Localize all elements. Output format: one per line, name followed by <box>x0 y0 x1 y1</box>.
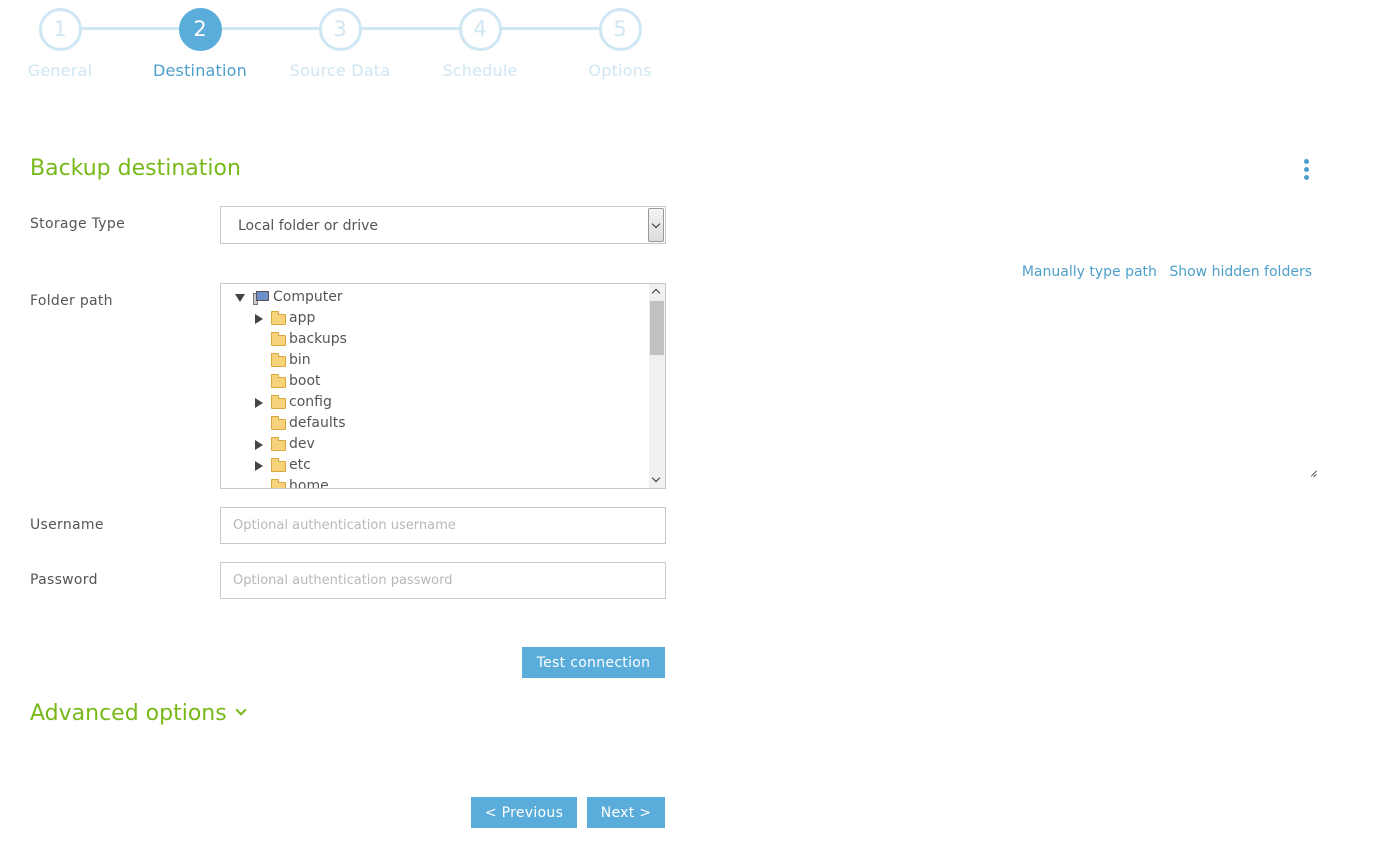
password-label: Password <box>30 572 98 588</box>
more-options-icon[interactable] <box>1301 159 1311 183</box>
folder-icon <box>271 332 286 346</box>
expand-right-icon[interactable] <box>255 461 263 471</box>
tree-node-label: defaults <box>289 415 346 431</box>
tree-node-label: app <box>289 310 316 326</box>
username-label: Username <box>30 517 104 533</box>
tree-scrollbar[interactable] <box>649 284 665 488</box>
manually-type-path-link[interactable]: Manually type path <box>1022 264 1157 280</box>
resize-grip-icon[interactable] <box>1309 469 1318 478</box>
storage-type-value: Local folder or drive <box>238 218 379 234</box>
step-label: General <box>27 61 93 80</box>
tree-node-label: boot <box>289 373 321 389</box>
tree-node-label: dev <box>289 436 315 452</box>
step-number: 5 <box>598 8 642 51</box>
step-label: Destination <box>152 61 247 80</box>
folder-path-links: Manually type path Show hidden folders <box>1014 264 1312 280</box>
advanced-options-toggle[interactable]: Advanced options <box>30 701 247 726</box>
storage-type-select[interactable]: Local folder or drive <box>220 206 666 244</box>
chevron-down-icon <box>235 704 247 716</box>
folder-icon <box>271 458 286 472</box>
step-number: 1 <box>38 8 82 51</box>
folder-icon <box>271 374 286 388</box>
step-options[interactable]: 5 Options <box>550 8 690 80</box>
folder-path-label: Folder path <box>30 293 113 309</box>
step-label: Source Data <box>289 61 391 80</box>
expand-right-icon[interactable] <box>255 398 263 408</box>
show-hidden-folders-link[interactable]: Show hidden folders <box>1169 264 1312 280</box>
folder-icon <box>271 416 286 430</box>
scroll-up-icon[interactable] <box>651 288 661 298</box>
scroll-down-icon[interactable] <box>651 473 661 483</box>
computer-icon <box>253 291 269 305</box>
folder-tree[interactable]: Computer app backups bin boot config def… <box>220 283 666 489</box>
folder-icon <box>271 311 286 325</box>
step-label: Options <box>588 61 652 80</box>
expand-right-icon[interactable] <box>255 440 263 450</box>
tree-node-label: config <box>289 394 332 410</box>
tree-node-label: home <box>289 478 329 489</box>
wizard-stepper: 1 General 2 Destination 3 Source Data 4 … <box>0 0 700 100</box>
folder-icon <box>271 353 286 367</box>
step-number: 2 <box>178 8 222 51</box>
tree-node-label: bin <box>289 352 311 368</box>
folder-icon <box>271 437 286 451</box>
step-schedule[interactable]: 4 Schedule <box>410 8 550 80</box>
storage-type-label: Storage Type <box>30 216 125 232</box>
step-source-data[interactable]: 3 Source Data <box>270 8 410 80</box>
next-button[interactable]: Next > <box>587 797 665 828</box>
previous-button[interactable]: < Previous <box>471 797 577 828</box>
chevron-down-icon[interactable] <box>648 208 664 242</box>
advanced-options-label: Advanced options <box>30 701 227 726</box>
step-number: 3 <box>318 8 362 51</box>
tree-node-label: backups <box>289 331 347 347</box>
step-label: Schedule <box>442 61 518 80</box>
expand-right-icon[interactable] <box>255 314 263 324</box>
tree-node-label: Computer <box>273 289 343 305</box>
step-destination[interactable]: 2 Destination <box>130 8 270 80</box>
password-input[interactable] <box>220 562 666 599</box>
folder-icon <box>271 479 286 488</box>
step-general[interactable]: 1 General <box>0 8 130 80</box>
folder-icon <box>271 395 286 409</box>
section-title: Backup destination <box>30 156 241 181</box>
tree-node-label: etc <box>289 457 311 473</box>
step-number: 4 <box>458 8 502 51</box>
expand-down-icon[interactable] <box>235 294 245 302</box>
test-connection-button[interactable]: Test connection <box>522 647 665 678</box>
username-input[interactable] <box>220 507 666 544</box>
scrollbar-thumb[interactable] <box>650 301 664 355</box>
